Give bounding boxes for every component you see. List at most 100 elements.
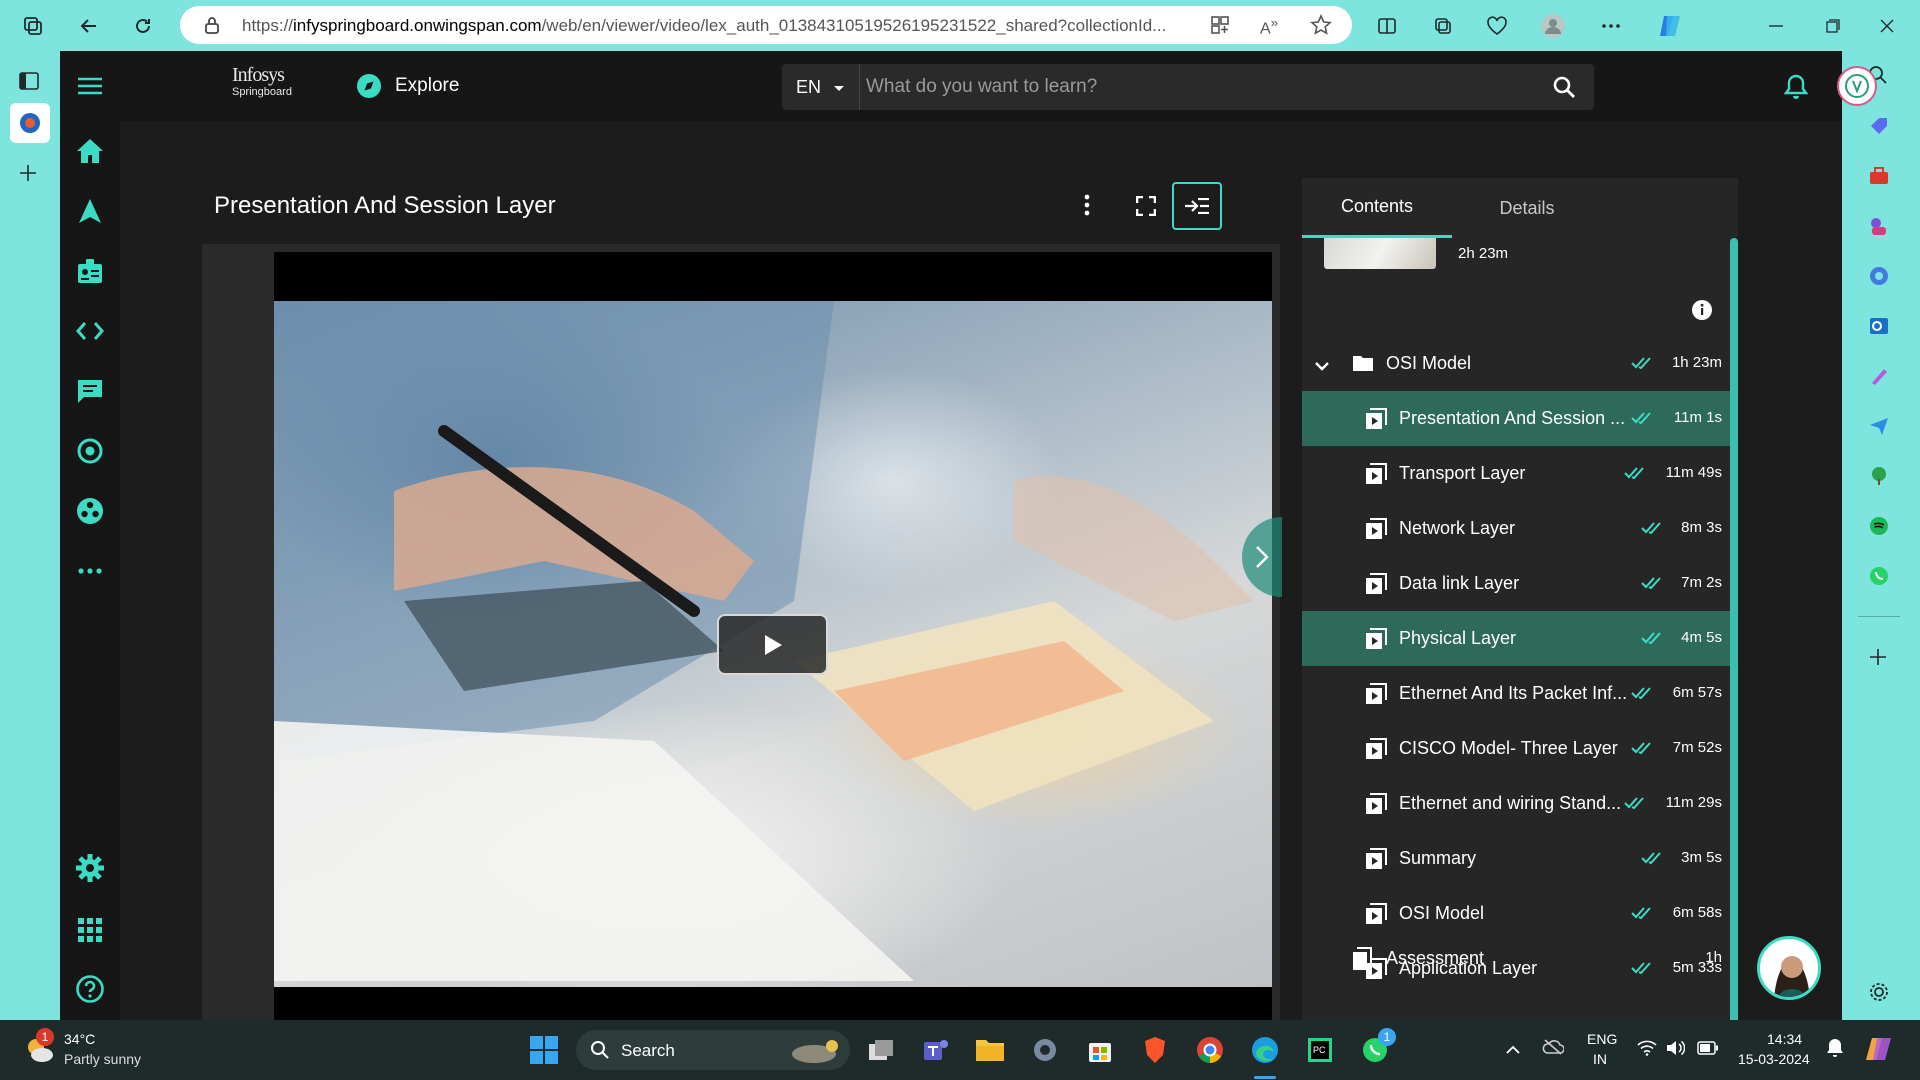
user-avatar[interactable] [1837, 66, 1877, 106]
favorite-star-icon[interactable] [1310, 14, 1332, 41]
vertical-tabs-strip [0, 51, 60, 1020]
minimize-icon[interactable] [1761, 11, 1791, 41]
chevron-down-icon[interactable] [1314, 358, 1330, 376]
course-thumbnail[interactable] [1324, 238, 1436, 269]
notification-center-icon[interactable] [1826, 1038, 1844, 1063]
settings-gear-icon[interactable] [73, 851, 107, 885]
sidebar-tools-icon[interactable] [1868, 165, 1890, 192]
volume-icon[interactable] [1665, 1039, 1686, 1062]
sidebar-tag-icon[interactable] [1868, 115, 1890, 142]
content-item-label: Ethernet And Its Packet Inf... [1399, 683, 1628, 703]
sidebar-outlook-icon[interactable] [1868, 315, 1890, 342]
more-options-icon[interactable] [1596, 11, 1626, 41]
info-icon[interactable] [1692, 300, 1712, 325]
address-bar[interactable]: https://infyspringboard.onwingspan.com/w… [180, 6, 1352, 44]
sidebar-spotify-icon[interactable] [1868, 515, 1890, 542]
pycharm-icon[interactable]: PC [1302, 1032, 1338, 1068]
video-player[interactable] [274, 252, 1272, 1036]
back-arrow-icon[interactable] [74, 11, 104, 41]
compass-explore-icon[interactable] [356, 73, 382, 99]
assessment-row[interactable]: Assessment 1h [1302, 931, 1730, 986]
more-vert-icon[interactable] [1084, 194, 1090, 221]
new-tab-icon[interactable] [18, 163, 38, 188]
brave-icon[interactable] [1137, 1032, 1173, 1068]
sidebar-settings-icon[interactable] [1868, 981, 1890, 1008]
help-icon[interactable] [73, 972, 107, 1006]
input-lang-line1[interactable]: ENG [1587, 1031, 1617, 1047]
sidebar-whatsapp-icon[interactable] [1868, 565, 1890, 592]
copilot-taskbar-icon[interactable] [1864, 1034, 1894, 1069]
teams-icon[interactable] [918, 1032, 954, 1068]
content-item-row[interactable]: CISCO Model- Three Layer 7m 52s [1302, 721, 1730, 776]
workspaces-icon[interactable] [18, 11, 48, 41]
app-header: Infosys Springboard Explore EN [120, 51, 1877, 121]
task-view-icon[interactable] [863, 1032, 899, 1068]
sidebar-send-icon[interactable] [1868, 415, 1890, 442]
content-item-row[interactable]: Transport Layer 11m 49s [1302, 446, 1730, 501]
wifi-icon[interactable] [1637, 1040, 1657, 1061]
search-icon[interactable] [1552, 75, 1576, 104]
target-icon[interactable] [73, 434, 107, 468]
chat-icon[interactable] [73, 374, 107, 408]
hamburger-menu-icon[interactable] [73, 69, 107, 103]
double-check-icon [1624, 795, 1648, 811]
notification-bell-icon[interactable] [1783, 74, 1809, 105]
copilot-icon[interactable] [1655, 11, 1685, 41]
app-available-icon[interactable] [1210, 15, 1230, 40]
sidebar-add-icon[interactable] [1869, 648, 1887, 671]
onedrive-offline-icon[interactable] [1542, 1039, 1565, 1060]
code-icon[interactable] [73, 314, 107, 348]
restore-icon[interactable] [1818, 11, 1848, 41]
chrome-icon[interactable] [1192, 1032, 1228, 1068]
tray-chevron-up-icon[interactable] [1505, 1042, 1521, 1060]
store-icon[interactable] [1082, 1032, 1118, 1068]
profile-avatar-icon[interactable] [1538, 11, 1568, 41]
content-item-row[interactable]: Ethernet and wiring Stand... 11m 29s [1302, 776, 1730, 831]
refresh-icon[interactable] [128, 11, 158, 41]
tab-contents[interactable]: Contents [1302, 178, 1452, 238]
tab-actions-icon[interactable] [18, 71, 40, 96]
more-dots-icon[interactable] [73, 554, 107, 588]
browser-essentials-icon[interactable] [1482, 11, 1512, 41]
infosys-springboard-logo[interactable]: Infosys Springboard [232, 65, 302, 107]
profile-badge-icon[interactable] [73, 254, 107, 288]
file-explorer-icon[interactable] [972, 1032, 1008, 1068]
active-tab-favicon[interactable] [10, 103, 50, 143]
content-item-row[interactable]: Presentation And Session ... 11m 1s [1302, 391, 1730, 446]
edge-icon[interactable] [1247, 1032, 1283, 1068]
apps-grid-icon[interactable] [73, 913, 107, 947]
navigate-arrow-icon[interactable] [73, 194, 107, 228]
split-screen-icon[interactable] [1372, 11, 1402, 41]
content-item-row[interactable]: Data link Layer 7m 2s [1302, 556, 1730, 611]
toggle-panel-button[interactable] [1172, 182, 1222, 230]
home-icon[interactable] [73, 134, 107, 168]
content-item-row[interactable]: Network Layer 8m 3s [1302, 501, 1730, 556]
settings-app-icon[interactable] [1027, 1032, 1063, 1068]
content-item-duration: 3m 5s [1681, 849, 1722, 866]
module-row[interactable]: OSI Model 1h 23m [1302, 336, 1730, 391]
clock-time[interactable]: 14:34 [1767, 1031, 1802, 1047]
windows-start-icon[interactable] [526, 1032, 562, 1068]
close-window-icon[interactable] [1872, 11, 1902, 41]
language-select[interactable]: EN [782, 64, 860, 110]
search-input[interactable] [866, 64, 1546, 110]
scrollbar-thumb[interactable] [1730, 238, 1738, 1052]
read-aloud-icon[interactable]: A» [1260, 15, 1278, 38]
collections-icon[interactable] [1428, 11, 1458, 41]
content-item-row[interactable]: Ethernet And Its Packet Inf... 6m 57s [1302, 666, 1730, 721]
battery-icon[interactable] [1697, 1041, 1719, 1060]
assistant-avatar[interactable] [1757, 936, 1821, 1000]
tab-details[interactable]: Details [1452, 178, 1602, 238]
fullscreen-icon[interactable] [1135, 195, 1157, 221]
url-text: https://infyspringboard.onwingspan.com/w… [242, 16, 1167, 35]
explore-link[interactable]: Explore [395, 75, 459, 97]
play-button[interactable] [717, 614, 828, 675]
content-item-row[interactable]: Summary 3m 5s [1302, 831, 1730, 886]
content-item-row[interactable]: Physical Layer 4m 5s [1302, 611, 1730, 666]
community-icon[interactable] [73, 494, 107, 528]
sidebar-designer-icon[interactable] [1868, 365, 1890, 392]
sidebar-tree-icon[interactable] [1868, 465, 1890, 492]
sidebar-copilot-icon[interactable] [1868, 265, 1890, 292]
sidebar-games-icon[interactable] [1868, 215, 1890, 242]
taskbar-search[interactable]: Search [576, 1030, 850, 1070]
